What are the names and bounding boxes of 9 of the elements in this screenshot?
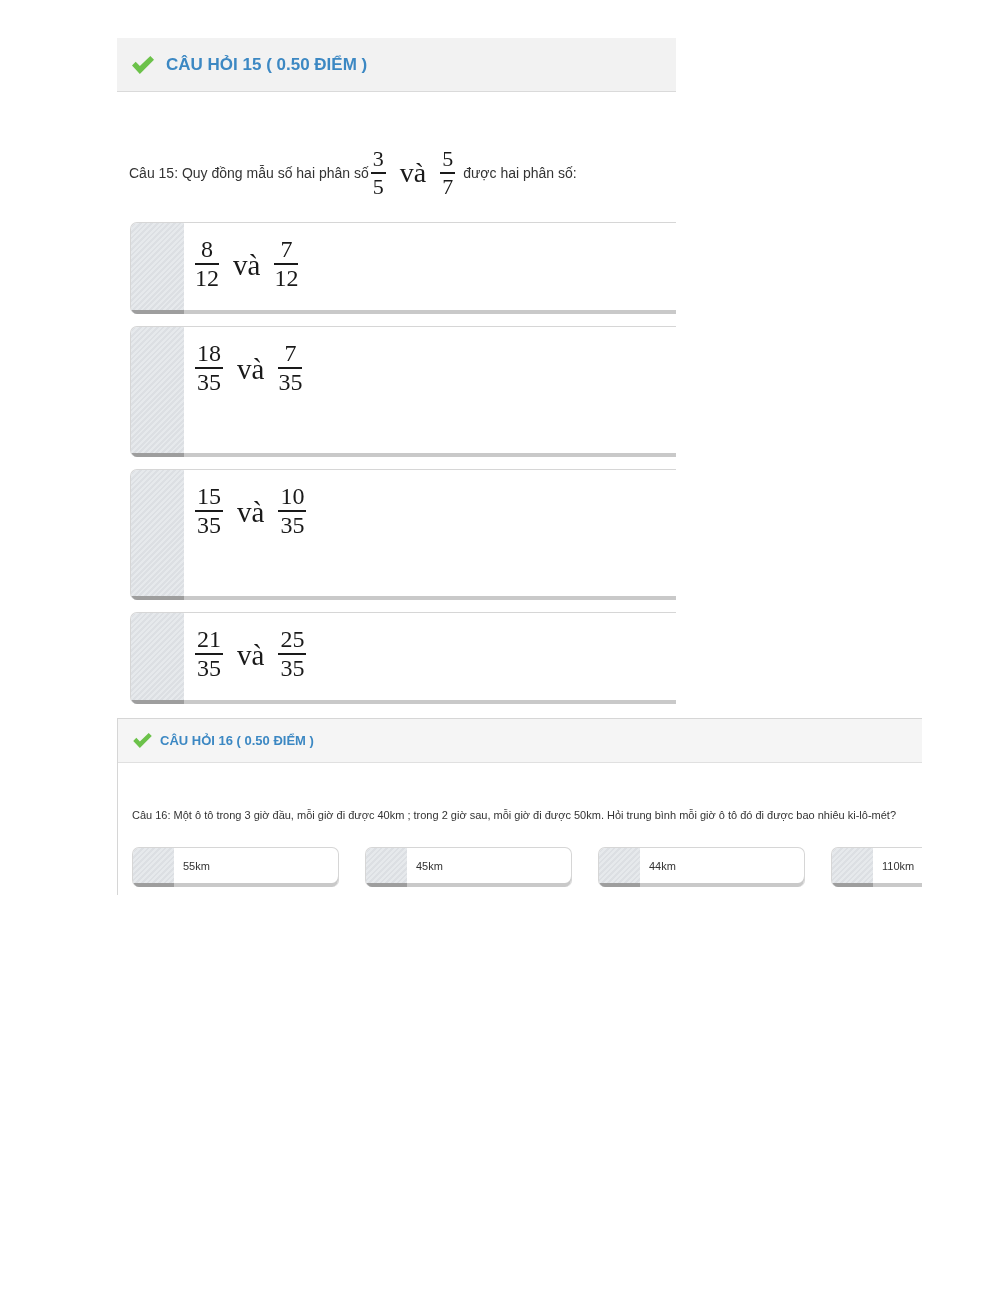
answer-option[interactable]: 110km [831,847,922,887]
question-text: Câu 16: Một ô tô trong 3 giờ đầu, mỗi giờ đi được 40km ; trong 2 giờ sau, mỗi giờ đi được 50km. Hỏi trung bình mỗi giờ ô tô đó đi được bao nhiêu ki-lô-mét? [132,809,897,822]
check-icon [132,55,154,74]
check-icon [133,733,152,748]
answer-option[interactable]: 44km [598,847,805,887]
answer-option[interactable]: 45km [365,847,572,887]
question-title: CÂU HỎI 16 ( 0.50 ĐIỂM ) [160,733,314,748]
question-title: CÂU HỎI 15 ( 0.50 ĐIỂM ) [166,54,368,75]
answer-option[interactable]: 55km [132,847,339,887]
